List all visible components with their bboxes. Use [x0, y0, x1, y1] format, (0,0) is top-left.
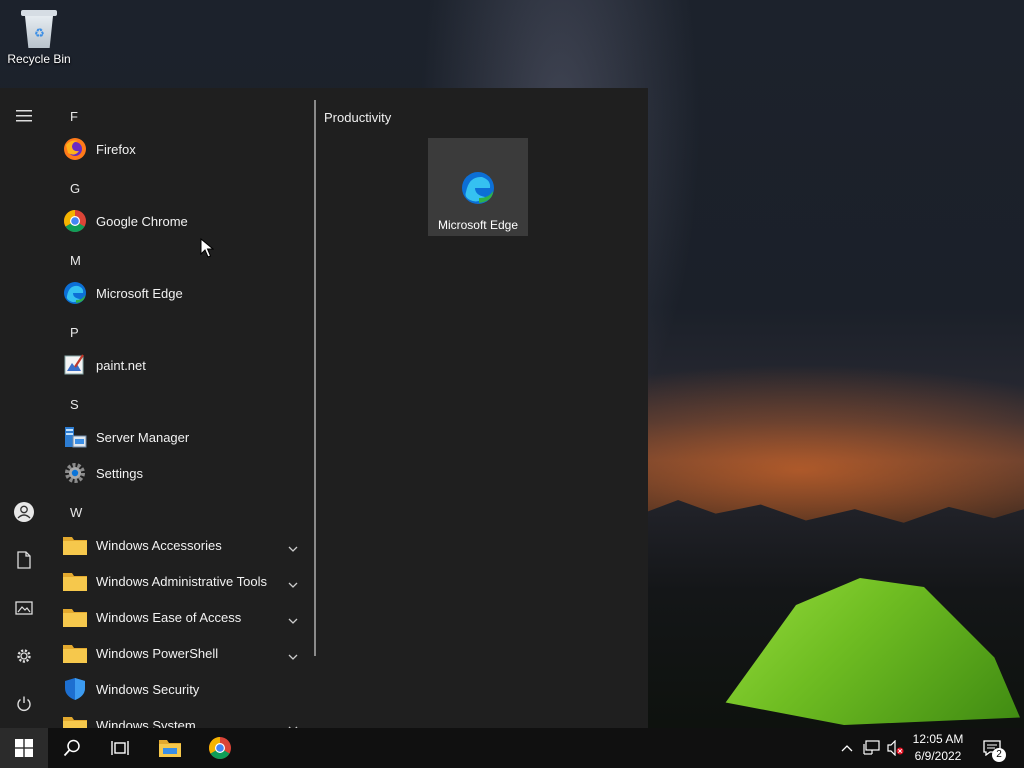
recycle-bin-shortcut[interactable]: ♻ Recycle Bin [6, 6, 72, 66]
taskbar: 12:05 AM 6/9/2022 2 [0, 728, 1024, 768]
document-icon[interactable] [0, 540, 48, 580]
app-windows-ease-of-access[interactable]: Windows Ease of Access [58, 599, 308, 635]
file-explorer-icon[interactable] [146, 728, 194, 768]
system-clock[interactable]: 12:05 AM 6/9/2022 [900, 731, 976, 765]
mouse-cursor-icon [200, 237, 215, 263]
folder-icon [62, 640, 88, 666]
app-windows-system[interactable]: Windows System [58, 707, 308, 728]
app-name: Google Chrome [96, 213, 188, 229]
app-name: Server Manager [96, 429, 190, 445]
chevron-down-icon[interactable] [288, 539, 298, 557]
tile-label: Microsoft Edge [437, 218, 519, 232]
recycle-bin-icon: ♻ [21, 8, 57, 48]
notification-count-badge: 2 [992, 748, 1006, 762]
app-paintnet[interactable]: paint.net [58, 347, 308, 383]
app-settings[interactable]: Settings [58, 455, 308, 491]
chevron-down-icon[interactable] [288, 611, 298, 629]
letter-header-s[interactable]: S [70, 397, 79, 412]
folder-icon [62, 712, 88, 728]
letter-header-m[interactable]: M [70, 253, 81, 268]
chevron-up-icon[interactable] [838, 728, 856, 768]
app-microsoft-edge[interactable]: Microsoft Edge [58, 275, 308, 311]
chrome-icon [62, 208, 88, 234]
windows-start-icon[interactable] [0, 728, 48, 768]
app-firefox[interactable]: Firefox [58, 131, 308, 167]
edge-icon [460, 170, 496, 211]
app-server-manager[interactable]: Server Manager [58, 419, 308, 455]
app-name: Windows System [96, 717, 196, 729]
clock-time: 12:05 AM [912, 732, 964, 746]
network-icon[interactable] [860, 728, 882, 768]
notification-center-button[interactable]: 2 [980, 728, 1024, 768]
app-windows-accessories[interactable]: Windows Accessories [58, 527, 308, 563]
app-list-scrollbar[interactable] [314, 100, 316, 656]
folder-icon [62, 568, 88, 594]
picture-icon[interactable] [0, 588, 48, 628]
app-windows-security[interactable]: Windows Security [58, 671, 308, 707]
app-name: Firefox [96, 141, 136, 157]
app-google-chrome[interactable]: Google Chrome [58, 203, 308, 239]
chrome-icon[interactable] [196, 728, 244, 768]
folder-icon [62, 532, 88, 558]
power-icon[interactable] [0, 684, 48, 724]
shield-icon [62, 676, 88, 702]
letter-header-w[interactable]: W [70, 505, 82, 520]
chevron-down-icon[interactable] [288, 719, 298, 728]
chevron-down-icon[interactable] [288, 575, 298, 593]
tile-group-title[interactable]: Productivity [324, 110, 391, 125]
firefox-icon [62, 136, 88, 162]
app-windows-administrative-tools[interactable]: Windows Administrative Tools [58, 563, 308, 599]
app-name: Settings [96, 465, 143, 481]
app-windows-powershell[interactable]: Windows PowerShell [58, 635, 308, 671]
letter-header-p[interactable]: P [70, 325, 79, 340]
app-name: Windows PowerShell [96, 645, 219, 661]
chevron-down-icon[interactable] [288, 647, 298, 665]
start-rail [0, 88, 48, 728]
recycle-bin-label: Recycle Bin [7, 52, 71, 66]
gear-icon [62, 460, 88, 486]
task-view-icon[interactable] [96, 728, 144, 768]
folder-icon [62, 604, 88, 630]
clock-date: 6/9/2022 [914, 749, 962, 763]
app-name: Windows Security [96, 681, 200, 697]
start-menu: F Firefox G Google Chrome M Microsoft Ed… [0, 88, 648, 728]
paintnet-icon [62, 352, 88, 378]
search-icon[interactable] [48, 728, 96, 768]
letter-header-f[interactable]: F [70, 109, 78, 124]
letter-header-g[interactable]: G [70, 181, 80, 196]
user-icon[interactable] [0, 492, 48, 532]
server-manager-icon [62, 424, 88, 450]
app-name: Windows Accessories [96, 537, 222, 553]
hamburger-icon[interactable] [0, 96, 48, 136]
app-name: Windows Ease of Access [96, 609, 242, 625]
app-name: Windows Administrative Tools [96, 573, 267, 589]
tile-microsoft-edge[interactable]: Microsoft Edge [428, 138, 528, 236]
edge-icon [62, 280, 88, 306]
app-list[interactable]: F Firefox G Google Chrome M Microsoft Ed… [48, 88, 316, 728]
app-name: paint.net [96, 357, 146, 373]
gear-icon[interactable] [0, 636, 48, 676]
app-name: Microsoft Edge [96, 285, 183, 301]
